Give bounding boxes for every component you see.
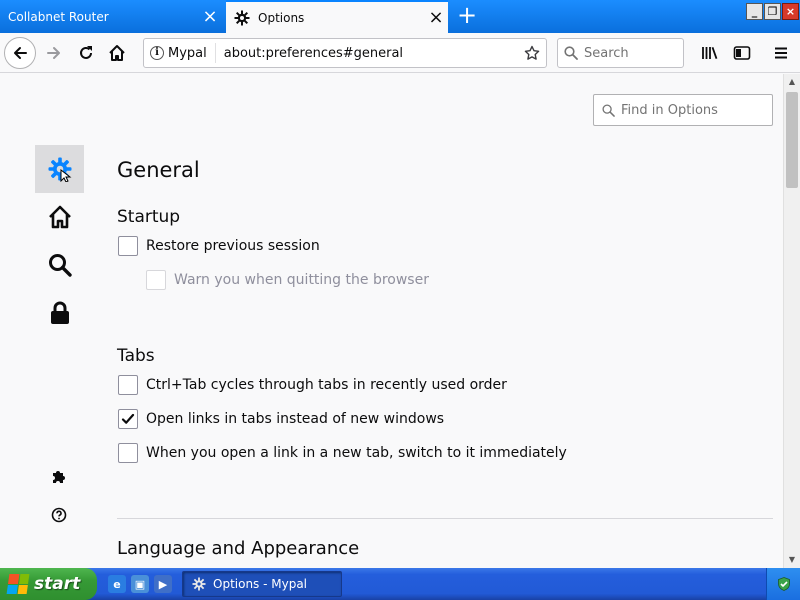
window-close-icon[interactable]: ×: [782, 3, 799, 20]
library-button[interactable]: [694, 37, 726, 69]
open-links-label: Open links in tabs instead of new window…: [146, 411, 445, 427]
restore-session-label: Restore previous session: [146, 238, 320, 254]
tab-title: Collabnet Router: [8, 9, 109, 24]
home-icon: [109, 45, 125, 61]
new-tab-icon[interactable]: +: [455, 3, 479, 28]
ctrl-tab-option[interactable]: Ctrl+Tab cycles through tabs in recently…: [118, 375, 507, 395]
minimize-icon[interactable]: _: [746, 3, 763, 20]
vertical-scrollbar[interactable]: ▲ ▼: [783, 74, 800, 568]
find-in-options-input[interactable]: Find in Options: [593, 94, 773, 126]
close-icon[interactable]: ×: [198, 7, 222, 26]
lock-icon: [50, 301, 69, 324]
tab-options[interactable]: Options ×: [226, 0, 448, 33]
search-icon: [564, 46, 578, 60]
extensions-icon[interactable]: [45, 462, 73, 490]
restore-session-option[interactable]: Restore previous session: [118, 236, 320, 256]
warn-quit-option: Warn you when quitting the browser: [146, 270, 429, 290]
page-title: General: [117, 158, 200, 182]
sidebar-toggle-button[interactable]: [726, 37, 758, 69]
restore-icon[interactable]: ❐: [764, 3, 781, 20]
search-placeholder: Search: [584, 45, 629, 61]
startup-heading: Startup: [117, 207, 181, 227]
ctrl-tab-label: Ctrl+Tab cycles through tabs in recently…: [146, 377, 507, 393]
start-button[interactable]: start: [0, 568, 97, 600]
media-player-icon[interactable]: ▶: [154, 575, 172, 593]
preferences-page: Find in Options General Startup Restore …: [0, 74, 783, 568]
site-identity[interactable]: i Mypal: [144, 43, 216, 63]
checkmark-icon: [121, 413, 135, 424]
taskbar-item-label: Options - Mypal: [213, 577, 308, 591]
warn-quit-checkbox: [146, 270, 166, 290]
switch-new-tab-option[interactable]: When you open a link in a new tab, switc…: [118, 443, 567, 463]
reload-button[interactable]: [70, 37, 102, 69]
scroll-down-icon[interactable]: ▼: [784, 552, 800, 568]
scroll-up-icon[interactable]: ▲: [784, 74, 800, 90]
section-divider: [117, 518, 773, 519]
sidebar-icon: [733, 46, 751, 60]
search-bar[interactable]: Search: [557, 38, 684, 68]
gear-icon: [48, 157, 71, 182]
navigation-toolbar: i Mypal about:preferences#general Search: [0, 33, 800, 73]
tabs-heading: Tabs: [117, 346, 155, 366]
switch-new-tab-label: When you open a link in a new tab, switc…: [146, 445, 567, 461]
scrollbar-thumb[interactable]: [786, 92, 798, 188]
help-icon[interactable]: [45, 501, 73, 529]
home-icon: [48, 205, 71, 229]
search-icon: [602, 103, 615, 117]
warn-quit-label: Warn you when quitting the browser: [174, 272, 429, 288]
back-button[interactable]: [4, 37, 36, 69]
find-placeholder: Find in Options: [621, 102, 718, 118]
reload-icon: [80, 46, 92, 59]
category-home[interactable]: [35, 193, 84, 241]
hamburger-menu-icon: [775, 47, 787, 59]
category-general[interactable]: [35, 145, 84, 193]
internet-explorer-icon[interactable]: e: [108, 575, 126, 593]
tab-collabnet-router[interactable]: Collabnet Router ×: [0, 0, 222, 33]
forward-button[interactable]: [38, 37, 70, 69]
windows-taskbar: start e ▣ ▶ Options - Mypal: [0, 568, 800, 600]
network-shield-icon: [777, 577, 790, 591]
windows-logo-icon: [6, 574, 30, 594]
open-links-checkbox[interactable]: [118, 409, 138, 429]
tab-title: Options: [258, 10, 305, 25]
desktop-icon[interactable]: ▣: [131, 575, 149, 593]
back-arrow-icon: [14, 47, 27, 59]
tab-strip: Collabnet Router × Options × + _ ❐ ×: [0, 0, 800, 33]
forward-arrow-icon: [47, 47, 60, 59]
menu-button[interactable]: [765, 37, 797, 69]
start-label: start: [34, 574, 81, 594]
library-icon: [702, 47, 718, 59]
taskbar-item-mypal[interactable]: Options - Mypal: [182, 571, 342, 597]
bookmark-star-icon[interactable]: [518, 45, 546, 61]
category-privacy[interactable]: [35, 289, 84, 337]
restore-session-checkbox[interactable]: [118, 236, 138, 256]
category-search[interactable]: [35, 241, 84, 289]
gear-icon: [234, 9, 252, 27]
ctrl-tab-checkbox[interactable]: [118, 375, 138, 395]
identity-label: Mypal: [168, 45, 207, 61]
url-bar[interactable]: i Mypal about:preferences#general: [143, 38, 547, 68]
mypal-app-icon: [191, 576, 207, 592]
open-links-option[interactable]: Open links in tabs instead of new window…: [118, 409, 444, 429]
language-appearance-heading: Language and Appearance: [117, 538, 360, 559]
home-button[interactable]: [101, 37, 133, 69]
switch-new-tab-checkbox[interactable]: [118, 443, 138, 463]
url-text[interactable]: about:preferences#general: [216, 46, 518, 61]
search-icon: [48, 254, 72, 277]
system-tray: [766, 568, 800, 600]
close-icon[interactable]: ×: [424, 8, 448, 27]
info-icon: i: [150, 46, 164, 60]
